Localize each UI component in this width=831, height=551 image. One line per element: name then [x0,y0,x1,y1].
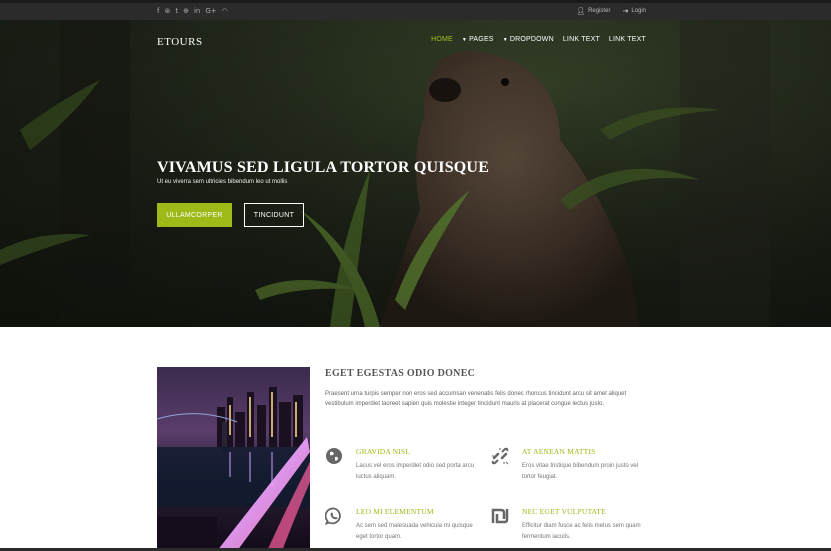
hero-section: ETOURS HOME ▼ PAGES ▼ DROPDOWN LINK TEXT L… [0,20,831,327]
sign-in-icon: ⇥ [622,7,629,15]
globe-icon [326,448,342,464]
whatsapp-icon [325,507,341,525]
broken-link-icon [491,447,509,465]
nav-label: DROPDOWN [509,36,554,43]
nav-item-link-text-1[interactable]: LINK TEXT [563,36,600,43]
account-links: 👤︎ Register ⇥ Login [576,7,646,15]
main-nav: HOME ▼ PAGES ▼ DROPDOWN LINK TEXT LINK TEX… [431,36,646,43]
login-label: Login [631,8,646,14]
nav-label: PAGES [469,36,494,43]
nav-item-link-text-2[interactable]: LINK TEXT [609,36,646,43]
tincidunt-button[interactable]: TINCIDUNT [244,203,304,227]
city-night-photo [157,367,310,551]
top-bar: f ⊛ t ⊕ in G+ ◠ 👤︎ Register ⇥ Login [0,0,831,20]
shekel-icon [491,508,509,524]
hero-subtitle: Ut eu viverra sem ultricies bibendum leo… [157,179,288,185]
register-label: Register [588,8,611,14]
feature-text: Efficitur diam fusce ac felis metus sem … [522,523,641,540]
caret-down-icon: ▼ [502,36,508,43]
facebook-icon[interactable]: f [157,6,159,16]
feature-title: LEO MI ELEMENTUM [356,507,434,516]
nav-item-home[interactable]: HOME [431,36,453,43]
twitter-icon[interactable]: t [175,6,178,16]
nav-label: LINK TEXT [608,36,646,43]
user-icon: 👤︎ [576,7,586,15]
nav-item-pages[interactable]: ▼ PAGES [462,36,494,43]
google-plus-icon[interactable]: G+ [205,6,216,16]
social-links: f ⊛ t ⊕ in G+ ◠ [157,6,228,16]
nav-label: LINK TEXT [562,36,600,43]
rss-icon[interactable]: ◠ [222,6,228,16]
section-paragraph: Praesent urna turpis semper non eros sed… [325,391,627,407]
nav-item-dropdown[interactable]: ▼ DROPDOWN [503,36,554,43]
pinterest-icon[interactable]: ⊛ [164,6,170,16]
feature-text: Lacus vel eros imperdiet odio sed porta … [356,463,475,480]
city-photo-graphic [157,367,310,551]
login-link[interactable]: ⇥ Login [622,7,646,15]
feature-title: AT AENEAN MATTIS [522,447,596,456]
dribbble-icon[interactable]: ⊕ [183,6,189,16]
feature-text: Ac sem sed malesuada vehicula mi quisque… [356,523,473,540]
nav-label: HOME [431,36,453,43]
caret-down-icon: ▼ [461,36,468,43]
linkedin-icon[interactable]: in [194,6,200,16]
section-title: EGET EGESTAS ODIO DONEC [325,368,476,379]
site-logo[interactable]: ETOURS [157,36,203,48]
feature-text: Eros vitae tristique bibendum proin just… [522,463,639,480]
hero-title: VIVAMUS SED LIGULA TORTOR QUISQUE [157,159,490,176]
ullamcorper-button[interactable]: ULLAMCORPER [157,203,232,227]
feature-title: GRAVIDA NISL [356,447,411,456]
feature-title: NEC EGET VULPUTATE [522,507,606,516]
register-link[interactable]: 👤︎ Register [576,7,610,15]
